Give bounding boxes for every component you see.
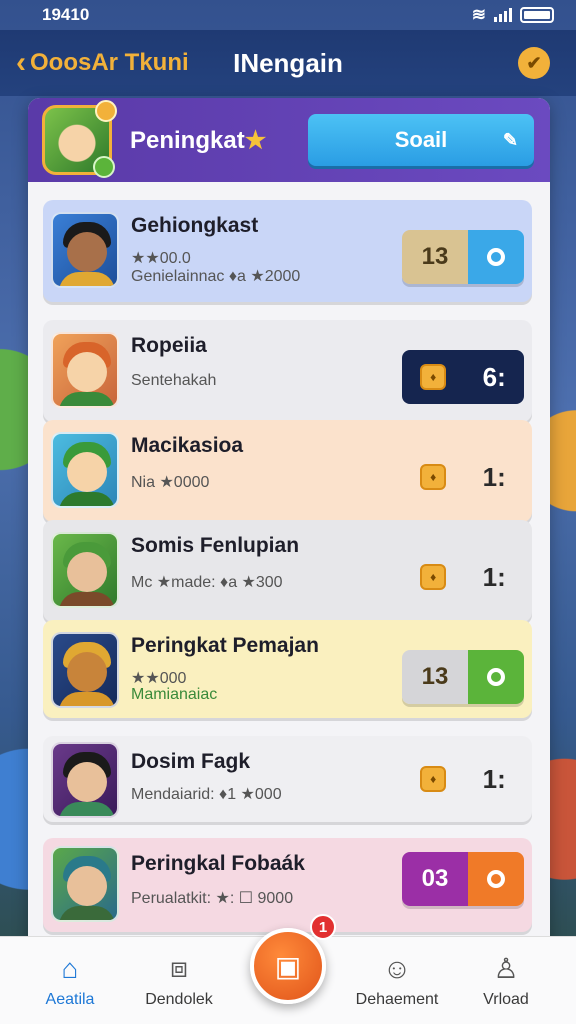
home-icon: ⌂: [61, 952, 79, 984]
player-name: Dosim Fagk: [131, 750, 251, 773]
player-detail: Genielainnac ♦a ★2000: [131, 268, 301, 285]
player-stat: ★★000: [131, 670, 187, 687]
rank-box: ♦ 1:: [402, 450, 524, 504]
rank-value: 1:: [482, 561, 506, 592]
wifi-icon: ≋: [471, 5, 486, 24]
list-item[interactable]: Ropeiia Sentehakah ♦ 6:: [43, 320, 532, 422]
player-stat: Mc ★made: ♦a ★300: [131, 574, 283, 591]
nav-messages-label: Dehaement: [355, 990, 439, 1008]
score-value: 13: [402, 230, 468, 284]
player-stat: Sentehakah: [131, 372, 217, 389]
nav-home[interactable]: ⌂ Aeatila: [20, 937, 120, 1024]
player-name: Ropeiia: [131, 334, 207, 357]
score-pill[interactable]: 03: [402, 852, 524, 906]
score-value: 03: [402, 852, 468, 906]
toggle-button[interactable]: [468, 230, 524, 284]
player-name: Peringkal Fobaák: [131, 852, 305, 875]
shield-icon: ♦: [420, 564, 447, 590]
nav-home-label: Aeatila: [45, 990, 95, 1008]
star-icon: ★: [244, 126, 267, 154]
list-item[interactable]: Dosim Fagk Mendaiarid: ♦1 ★000 ♦ 1:: [43, 736, 532, 822]
back-button[interactable]: ‹ OoosAr Tkuni: [16, 46, 189, 80]
bag-icon: ⧈: [170, 952, 188, 983]
panel-header: Peningkat★ Soail ✎: [28, 98, 550, 182]
user-icon: ♙: [493, 953, 519, 984]
list-item[interactable]: Macikasioa Nia ★0000 ♦ 1:: [43, 420, 532, 522]
shield-icon: ♦: [420, 766, 447, 792]
soal-label: Soail: [394, 127, 448, 152]
rank-value: 6:: [482, 361, 506, 392]
list-item[interactable]: Peringkat Pemajan ★★000 Mamianaiac 13: [43, 620, 532, 718]
rank-box: ♦ 1:: [402, 550, 524, 604]
gift-icon: ▣: [274, 950, 302, 982]
toggle-button[interactable]: [468, 852, 524, 906]
rank-value: 1:: [482, 461, 506, 492]
avatar: [51, 846, 119, 922]
avatar: [51, 742, 119, 818]
rank-box: ♦ 6:: [402, 350, 524, 404]
coin-icon: [95, 100, 117, 122]
nav-items-label: Dendolek: [145, 991, 213, 1008]
player-stat: Perualatkit: ★: ☐ 9000: [131, 890, 294, 907]
nav-profile-label: Vrload: [483, 991, 529, 1008]
chevron-left-icon: ‹: [16, 46, 26, 79]
score-value: 13: [402, 650, 468, 704]
score-pill[interactable]: 13: [402, 650, 524, 704]
shield-icon: ♦: [420, 464, 447, 490]
toggle-button[interactable]: [468, 650, 524, 704]
panel-title: Peningkat★: [130, 126, 266, 155]
nav-items[interactable]: ⧈ Dendolek: [129, 937, 229, 1024]
player-detail: Mamianaiac: [131, 686, 218, 703]
nav-profile[interactable]: ♙ Vrload: [456, 937, 556, 1024]
leaderboard-panel: Peningkat★ Soail ✎ Gehiongkast ★★00.0 Ge…: [28, 98, 550, 948]
list-item[interactable]: Somis Fenlupian Mc ★made: ♦a ★300 ♦ 1:: [43, 520, 532, 622]
player-name: Somis Fenlupian: [131, 534, 300, 557]
shield-icon: ♦: [420, 364, 447, 390]
player-stat: Mendaiarid: ♦1 ★000: [131, 786, 282, 803]
player-name: Gehiongkast: [131, 214, 259, 237]
circle-icon: [487, 870, 505, 888]
rank-value: 1:: [482, 763, 506, 794]
nav-messages[interactable]: ☺ Dehaement: [347, 937, 447, 1024]
circle-icon: [487, 248, 505, 266]
player-name: Macikasioa: [131, 434, 244, 457]
player-name: Peringkat Pemajan: [131, 634, 319, 657]
list-item[interactable]: Gehiongkast ★★00.0 Genielainnac ♦a ★2000…: [43, 200, 532, 302]
battery-icon: [520, 7, 554, 23]
score-pill[interactable]: 13: [402, 230, 524, 284]
app-header: ‹ OoosAr Tkuni INengain ✔: [0, 30, 576, 96]
avatar: [51, 332, 119, 408]
soal-button[interactable]: Soail ✎: [308, 114, 534, 166]
level-badge-icon: [93, 156, 115, 178]
status-time: 19410: [42, 5, 90, 24]
avatar: [51, 632, 119, 708]
trophy-icon[interactable]: ✔: [518, 47, 550, 79]
avatar: [51, 212, 119, 288]
center-action-button[interactable]: ▣: [250, 928, 326, 1004]
back-label: OoosAr Tkuni: [30, 49, 189, 76]
player-stat: ★★00.0: [131, 250, 191, 267]
status-bar: 19410 ≋: [0, 0, 576, 30]
signal-icon: [494, 8, 512, 22]
panel-title-text: Peningkat: [130, 126, 245, 154]
rank-box: ♦ 1:: [402, 752, 524, 806]
list-item[interactable]: Peringkal Fobaák Perualatkit: ★: ☐ 9000 …: [43, 838, 532, 932]
chat-icon: ☺: [382, 952, 412, 984]
circle-icon: [487, 668, 505, 686]
avatar: [51, 532, 119, 608]
player-stat: Nia ★0000: [131, 474, 210, 491]
edit-icon: ✎: [502, 129, 518, 150]
player-avatar: [42, 100, 117, 178]
avatar: [51, 432, 119, 508]
notification-badge: 1: [310, 914, 336, 940]
